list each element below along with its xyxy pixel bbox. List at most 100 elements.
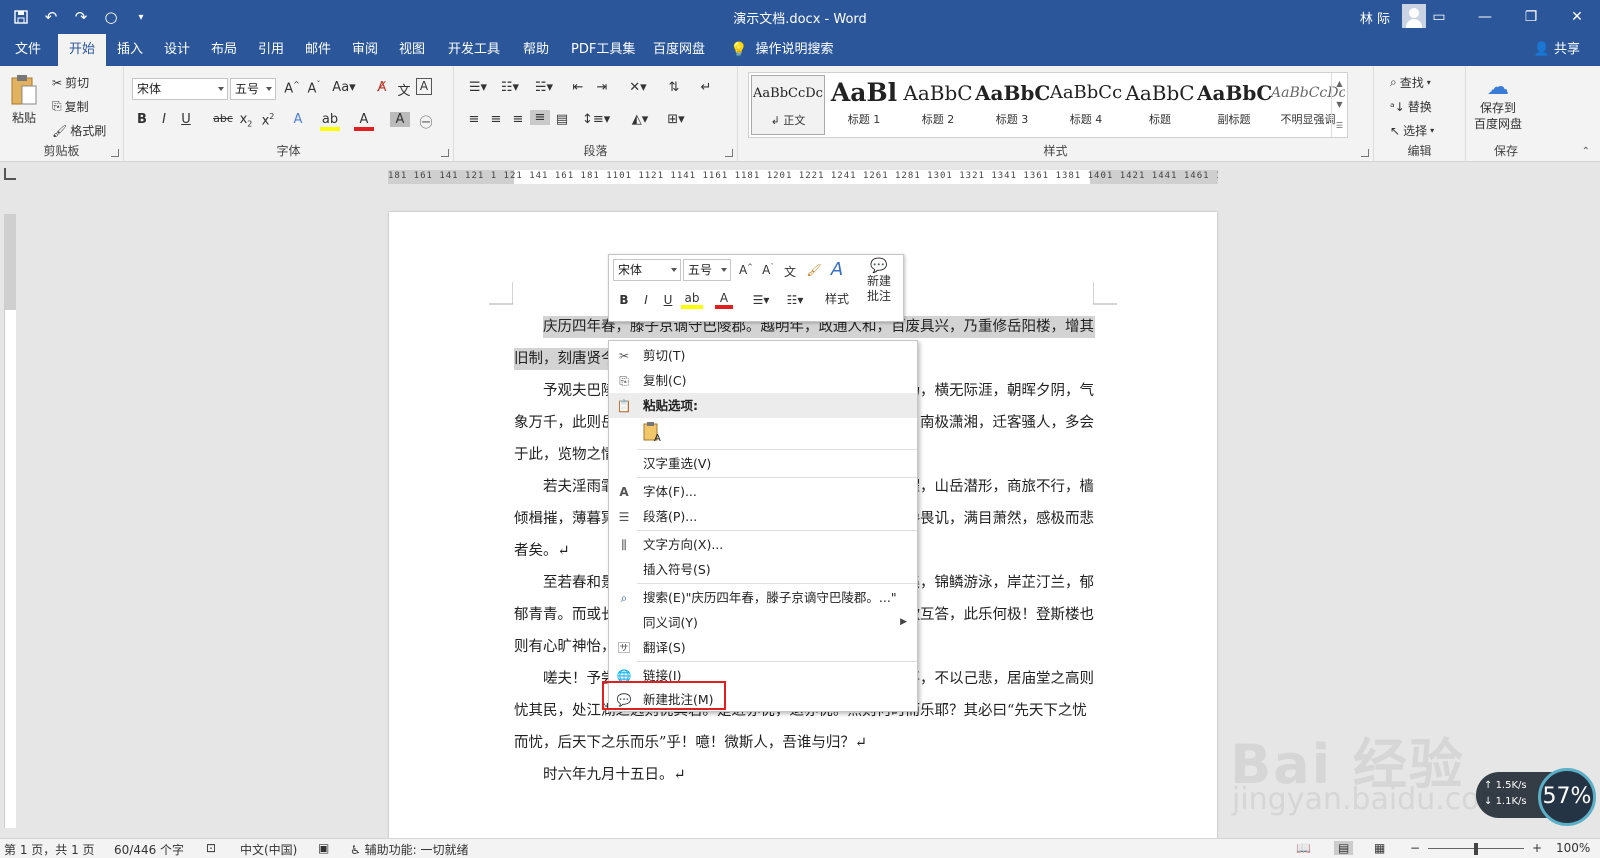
style-subtitle[interactable]: AaBbC 副标题 — [1197, 75, 1271, 135]
bold-icon[interactable]: B — [615, 293, 633, 307]
tab-view[interactable]: 视图 — [388, 34, 436, 66]
underline-icon[interactable]: U — [659, 293, 677, 307]
user-name[interactable]: 林 际 — [1360, 8, 1390, 27]
numbering-icon[interactable]: ☷▾ — [783, 293, 807, 307]
show-marks-icon[interactable]: ↵ — [696, 80, 716, 95]
subscript-icon[interactable]: x2 — [236, 112, 256, 129]
web-layout-icon[interactable]: ▦ — [1374, 841, 1385, 855]
tell-me-search[interactable]: 💡 操作说明搜索 — [730, 34, 833, 66]
tab-design[interactable]: 设计 — [153, 34, 201, 66]
mini-new-comment-button[interactable]: 💬 新建 批注 — [859, 259, 899, 319]
tab-file[interactable]: 文件 — [4, 34, 52, 66]
close-icon[interactable]: ✕ — [1554, 0, 1600, 34]
zoom-slider-handle[interactable] — [1474, 843, 1478, 855]
zoom-level[interactable]: 100% — [1556, 841, 1590, 855]
read-mode-icon[interactable]: 📖 — [1296, 841, 1311, 855]
tab-home[interactable]: 开始 — [58, 34, 107, 66]
font-color-icon[interactable]: A — [715, 291, 733, 309]
italic-icon[interactable]: I — [637, 293, 655, 307]
underline-icon[interactable]: U — [176, 112, 196, 127]
restore-icon[interactable]: ❐ — [1508, 0, 1554, 34]
shrink-font-icon[interactable]: Aˇ — [759, 263, 777, 277]
font-size-combo[interactable]: 五号 — [230, 78, 276, 100]
style-heading-2[interactable]: AaBbC 标题 2 — [901, 75, 975, 135]
shading-icon[interactable]: ◭▾ — [626, 112, 654, 127]
menu-item-translate[interactable]: 🈂 翻译(S) — [609, 635, 917, 660]
style-heading-1[interactable]: AaBl 标题 1 — [827, 75, 901, 135]
tab-layout[interactable]: 布局 — [200, 34, 248, 66]
language-status[interactable]: 中文(中国) — [240, 841, 297, 858]
character-shading-icon[interactable]: A — [390, 112, 410, 127]
tab-selector-icon[interactable] — [4, 168, 16, 180]
dialog-launcher-icon[interactable] — [441, 149, 449, 157]
mini-styles-button[interactable]: A 样式 — [819, 259, 855, 319]
mini-font-name-combo[interactable]: 宋体 — [613, 259, 681, 281]
line-spacing-icon[interactable]: ↕≡▾ — [582, 112, 610, 127]
copy-button[interactable]: ⎘ 复制 — [52, 98, 89, 115]
sort-icon[interactable]: ⇅ — [664, 80, 684, 95]
multilevel-list-icon[interactable]: ☵▾ — [530, 80, 558, 95]
strikethrough-icon[interactable]: abc — [210, 112, 236, 125]
horizontal-ruler[interactable]: 181 161 141 121 1 121 141 161 181 1101 1… — [0, 162, 1600, 196]
word-count[interactable]: 60/446 个字 — [114, 841, 184, 858]
font-name-combo[interactable]: 宋体 — [132, 78, 228, 100]
menu-item-insert-symbol[interactable]: 插入符号(S) — [609, 557, 917, 582]
decrease-indent-icon[interactable]: ⇤ — [568, 80, 588, 95]
menu-item-search[interactable]: ⌕ 搜索(E)"庆历四年春，滕子京谪守巴陵郡。..." — [609, 585, 917, 610]
distributed-icon[interactable]: ▤ — [552, 112, 572, 127]
tab-baidu-netdisk[interactable]: 百度网盘 — [642, 34, 716, 66]
select-button[interactable]: ↖ 选择 ▾ — [1390, 122, 1434, 139]
dialog-launcher-icon[interactable] — [111, 149, 119, 157]
highlight-color-icon[interactable]: ab — [681, 291, 703, 309]
change-case-icon[interactable]: Aa▾ — [330, 80, 358, 95]
align-center-icon[interactable]: ≡ — [486, 112, 506, 127]
ribbon-display-icon[interactable]: ▭ — [1416, 0, 1462, 34]
paste-keep-text-only-icon[interactable]: A — [643, 421, 663, 445]
share-button[interactable]: 👤 共享 — [1534, 34, 1580, 66]
numbering-icon[interactable]: ☷▾ — [496, 80, 524, 95]
bold-icon[interactable]: B — [132, 112, 152, 127]
menu-item-reconvert[interactable]: 汉字重选(V) — [609, 451, 917, 476]
menu-item-font[interactable]: A 字体(F)... — [609, 479, 917, 504]
clear-formatting-icon[interactable]: A̸ — [372, 80, 392, 95]
doc-line[interactable]: 而忧，后天下之乐而乐”乎！噫！微斯人，吾谁与归？↵ — [514, 732, 1094, 754]
align-left-icon[interactable]: ≡ — [464, 112, 484, 127]
minimize-icon[interactable]: — — [1462, 0, 1508, 34]
doc-line[interactable]: 旧制，刻唐贤今 — [514, 348, 609, 370]
replace-button[interactable]: ᵃ↓ 替换 — [1390, 98, 1432, 115]
align-right-icon[interactable]: ≡ — [508, 112, 528, 127]
menu-item-synonyms[interactable]: 同义词(Y) ▶ — [609, 610, 917, 635]
vertical-ruler[interactable] — [0, 196, 18, 836]
style-heading-4[interactable]: AaBbCc 标题 4 — [1049, 75, 1123, 135]
save-to-baidu-button[interactable]: ☁ 保存到 百度网盘 — [1474, 76, 1522, 132]
paste-button[interactable]: 粘贴 — [10, 74, 38, 126]
chinese-layout-icon[interactable]: ✕▾ — [624, 80, 652, 95]
bullets-icon[interactable]: ☰▾ — [464, 80, 492, 95]
superscript-icon[interactable]: x2 — [258, 112, 278, 128]
grow-font-icon[interactable]: A^ — [282, 80, 302, 96]
borders-icon[interactable]: ⊞▾ — [662, 112, 690, 127]
italic-icon[interactable]: I — [154, 112, 174, 127]
tab-help[interactable]: 帮助 — [512, 34, 560, 66]
collapse-ribbon-icon[interactable]: ⌃ — [1582, 146, 1590, 157]
highlight-color-icon[interactable]: ab — [320, 112, 340, 131]
character-border-icon[interactable]: A — [416, 78, 432, 95]
style-heading-3[interactable]: AaBbC 标题 3 — [975, 75, 1049, 135]
style-title[interactable]: AaBbC 标题 — [1123, 75, 1197, 135]
phonetic-guide-icon[interactable]: 文 — [781, 263, 799, 280]
shrink-font-icon[interactable]: Aˇ — [304, 80, 324, 96]
find-button[interactable]: ⌕ 查找 ▾ — [1390, 74, 1431, 91]
style-normal[interactable]: AaBbCcDc ↲ 正文 — [751, 75, 825, 135]
enclose-characters-icon[interactable]: ㊀ — [416, 112, 436, 131]
accessibility-status[interactable]: ♿ 辅助功能: 一切就绪 — [350, 841, 468, 858]
zoom-in-icon[interactable]: + — [1532, 841, 1542, 855]
mini-font-size-combo[interactable]: 五号 — [683, 259, 731, 281]
bullets-icon[interactable]: ☰▾ — [749, 293, 773, 307]
dialog-launcher-icon[interactable] — [1361, 149, 1369, 157]
font-color-icon[interactable]: A — [354, 112, 374, 131]
print-layout-icon[interactable]: ▤ — [1334, 841, 1354, 855]
increase-indent-icon[interactable]: ⇥ — [592, 80, 612, 95]
menu-item-text-direction[interactable]: ⫼ 文字方向(X)... — [609, 532, 917, 557]
justify-icon[interactable]: ≡ — [530, 110, 550, 125]
menu-item-cut[interactable]: ✂ 剪切(T) — [609, 343, 917, 368]
